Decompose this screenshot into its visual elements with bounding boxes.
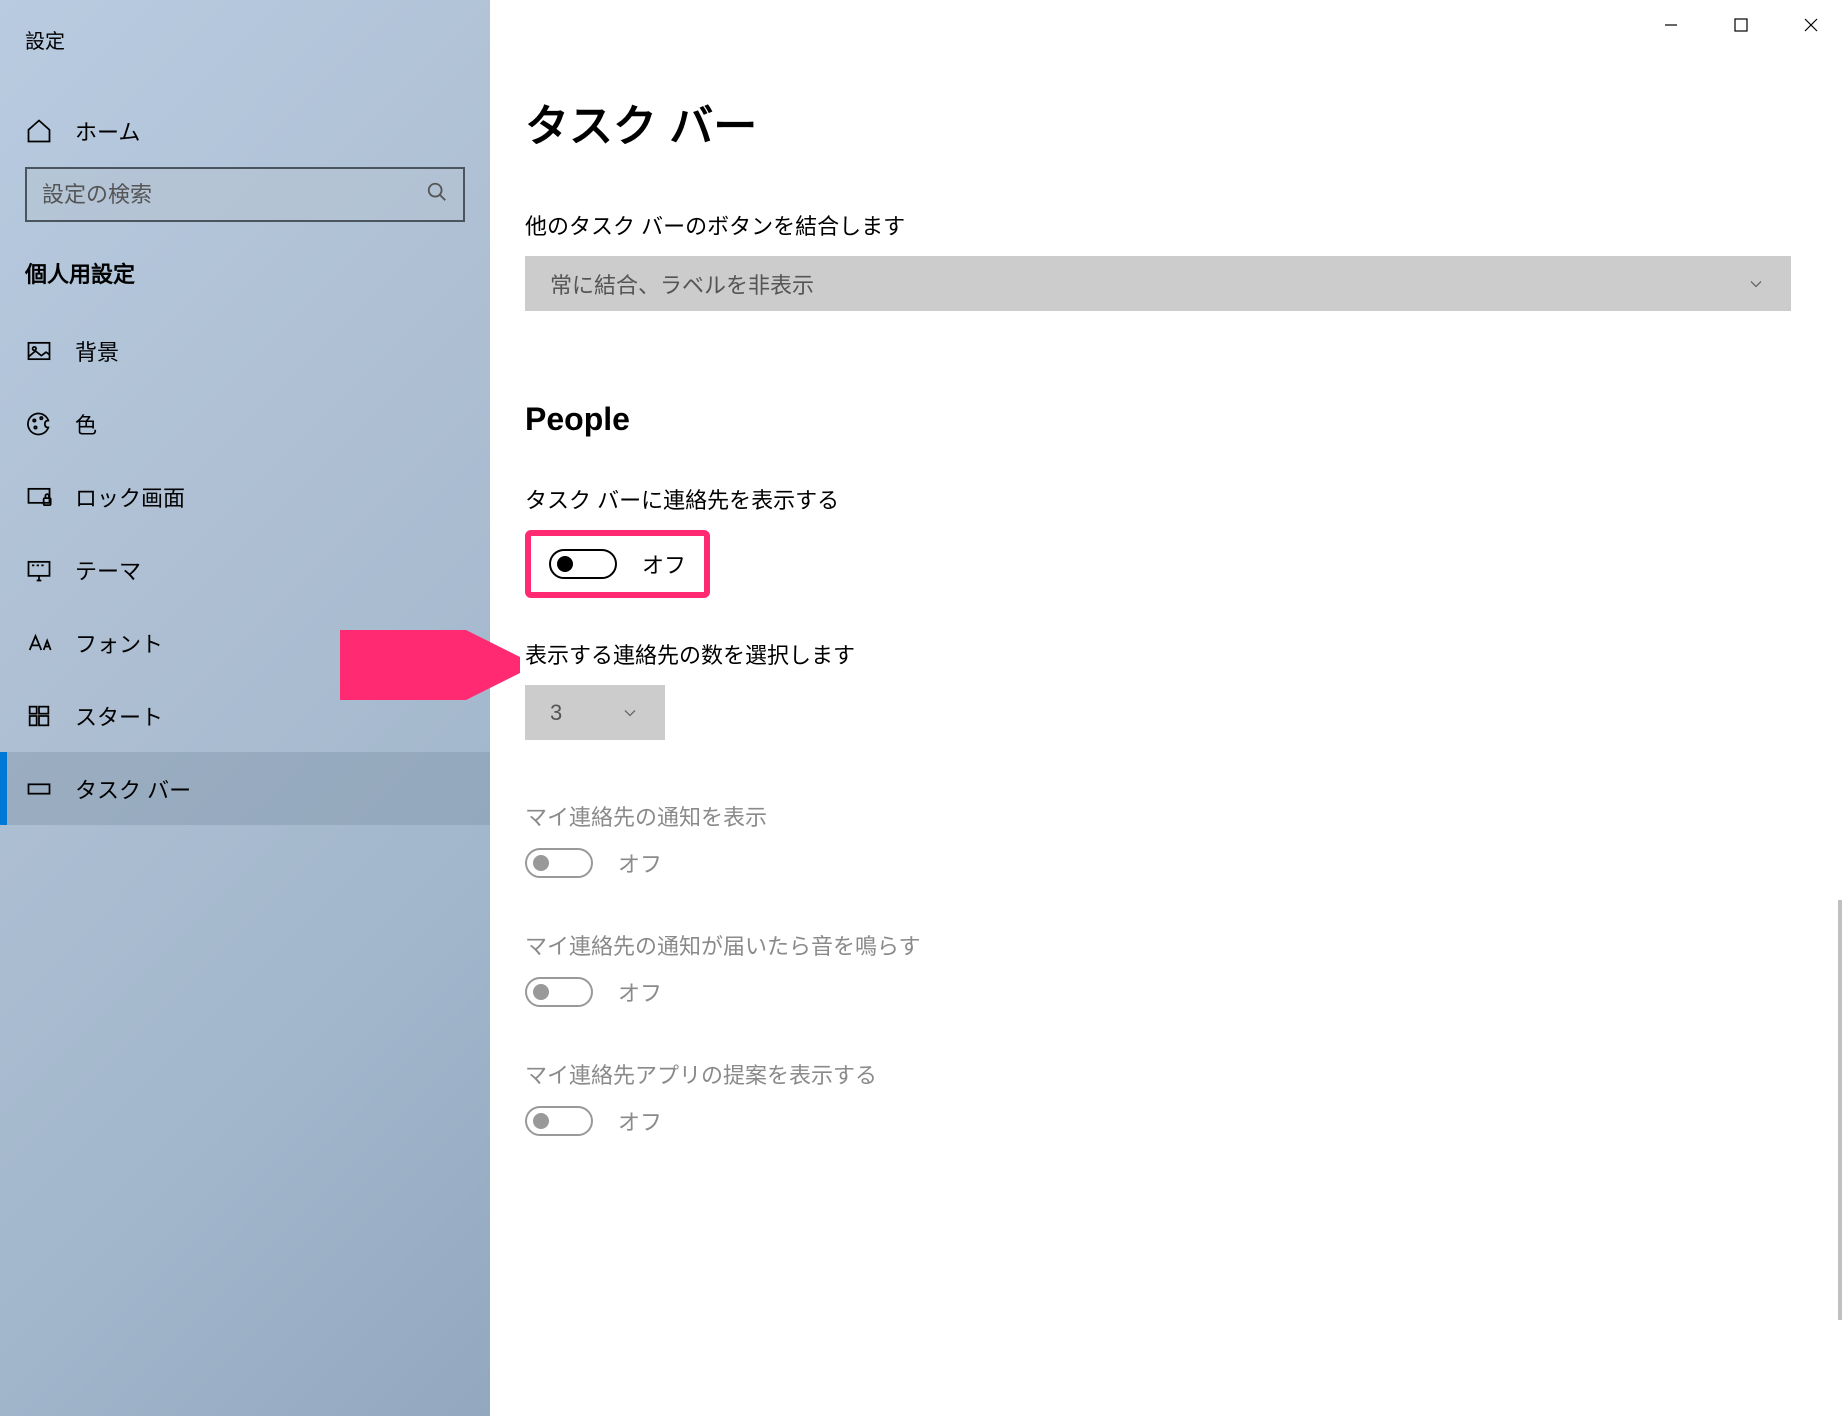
combine-buttons-dropdown[interactable]: 常に結合、ラベルを非表示 <box>525 256 1791 311</box>
sidebar-item-colors[interactable]: 色 <box>0 387 490 460</box>
sidebar-item-background[interactable]: 背景 <box>0 314 490 387</box>
show-contacts-label: タスク バーに連絡先を表示する <box>525 483 1791 515</box>
toggle-knob <box>533 1113 549 1129</box>
sidebar-item-label: ロック画面 <box>75 481 185 513</box>
start-icon <box>25 702 75 730</box>
sidebar: 設定 ホーム 個人用設定 背景 色 <box>0 0 490 1416</box>
image-icon <box>25 337 75 365</box>
suggest-label: マイ連絡先アプリの提案を表示する <box>525 1058 1791 1090</box>
sidebar-item-label: 色 <box>75 408 97 440</box>
dropdown-value: 3 <box>550 700 562 726</box>
sidebar-item-themes[interactable]: テーマ <box>0 533 490 606</box>
sidebar-item-taskbar[interactable]: タスク バー <box>0 752 490 825</box>
sidebar-home-label: ホーム <box>75 115 140 147</box>
sound-state: オフ <box>618 976 662 1008</box>
contact-count-label: 表示する連絡先の数を選択します <box>525 638 1791 670</box>
sidebar-item-start[interactable]: スタート <box>0 679 490 752</box>
notify-row: オフ <box>525 847 1791 879</box>
suggest-row: オフ <box>525 1105 1791 1137</box>
search-wrap <box>0 167 490 252</box>
search-box[interactable] <box>25 167 465 222</box>
people-heading: People <box>525 401 1791 438</box>
titlebar-controls <box>1636 0 1846 50</box>
sidebar-item-label: 背景 <box>75 335 119 367</box>
suggest-state: オフ <box>618 1105 662 1137</box>
home-icon <box>25 117 75 145</box>
page-title: タスク バー <box>525 90 1791 154</box>
sound-row: オフ <box>525 976 1791 1008</box>
toggle-knob <box>533 855 549 871</box>
search-icon <box>426 181 448 209</box>
taskbar-icon <box>25 775 75 803</box>
notify-label: マイ連絡先の通知を表示 <box>525 800 1791 832</box>
show-contacts-toggle[interactable] <box>549 549 617 579</box>
show-contacts-state: オフ <box>642 548 686 580</box>
sidebar-item-lock-screen[interactable]: ロック画面 <box>0 460 490 533</box>
sidebar-item-label: テーマ <box>75 554 141 586</box>
combine-buttons-label: 他のタスク バーのボタンを結合します <box>525 209 1791 241</box>
dropdown-value: 常に結合、ラベルを非表示 <box>550 268 814 300</box>
settings-window: 設定 ホーム 個人用設定 背景 色 <box>0 0 1846 1416</box>
sound-toggle <box>525 977 593 1007</box>
notify-state: オフ <box>618 847 662 879</box>
palette-icon <box>25 410 75 438</box>
font-icon <box>25 629 75 657</box>
sidebar-item-label: タスク バー <box>75 773 191 805</box>
scrollbar[interactable] <box>1838 900 1842 1320</box>
sidebar-section-header: 個人用設定 <box>0 252 490 314</box>
sidebar-home[interactable]: ホーム <box>0 94 490 167</box>
minimize-button[interactable] <box>1636 0 1706 50</box>
close-button[interactable] <box>1776 0 1846 50</box>
contact-count-dropdown[interactable]: 3 <box>525 685 665 740</box>
annotation-highlight: オフ <box>525 530 710 598</box>
sidebar-item-fonts[interactable]: フォント <box>0 606 490 679</box>
notify-toggle <box>525 848 593 878</box>
main-content: タスク バー 他のタスク バーのボタンを結合します 常に結合、ラベルを非表示 P… <box>490 0 1846 1416</box>
sidebar-item-label: フォント <box>75 627 163 659</box>
window-title: 設定 <box>0 20 490 94</box>
sound-label: マイ連絡先の通知が届いたら音を鳴らす <box>525 929 1791 961</box>
toggle-knob <box>533 984 549 1000</box>
sidebar-item-label: スタート <box>75 700 163 732</box>
search-input[interactable] <box>42 182 426 208</box>
maximize-button[interactable] <box>1706 0 1776 50</box>
theme-icon <box>25 556 75 584</box>
lock-screen-icon <box>25 483 75 511</box>
toggle-knob <box>557 556 573 572</box>
suggest-toggle <box>525 1106 593 1136</box>
